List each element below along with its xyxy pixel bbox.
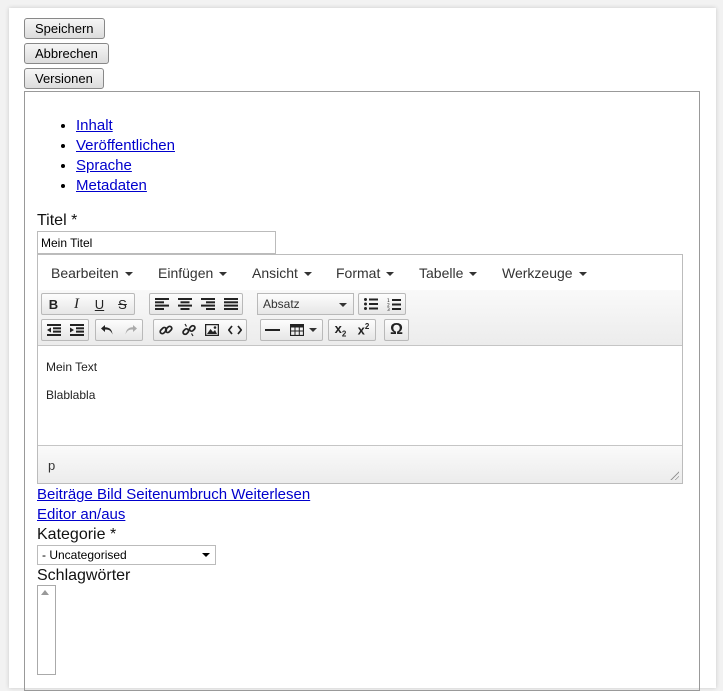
- tab-veroeffentlichen[interactable]: Veröffentlichen: [76, 137, 175, 154]
- menu-label: Bearbeiten: [51, 265, 119, 281]
- chevron-down-icon: [202, 553, 210, 557]
- indent-group: [41, 319, 89, 341]
- chevron-down-icon: [386, 272, 395, 276]
- strikethrough-icon[interactable]: S: [111, 294, 134, 314]
- save-button[interactable]: Speichern: [24, 18, 105, 39]
- chevron-down-icon: [578, 272, 587, 276]
- special-group: Ω: [384, 319, 409, 341]
- unlink-icon[interactable]: [177, 320, 200, 340]
- editor-menubar: Bearbeiten Einfügen Ansicht Format Tabel…: [38, 255, 682, 291]
- editor-content[interactable]: Mein Text Blablabla: [38, 346, 682, 446]
- resize-handle-icon[interactable]: [669, 470, 679, 480]
- chevron-down-icon: [219, 272, 228, 276]
- tab-metadaten[interactable]: Metadaten: [76, 177, 147, 194]
- tab-sprache[interactable]: Sprache: [76, 157, 132, 174]
- title-label: Titel *: [37, 212, 78, 229]
- format-select-value: Absatz: [263, 297, 300, 311]
- tab-list: Inhalt Veröffentlichen Sprache Metadaten: [76, 116, 175, 196]
- bold-icon[interactable]: B: [42, 294, 65, 314]
- menu-ansicht[interactable]: Ansicht: [252, 265, 312, 281]
- cancel-button[interactable]: Abbrechen: [24, 43, 109, 64]
- menu-label: Tabelle: [419, 265, 464, 281]
- tags-label: Schlagwörter: [37, 567, 131, 584]
- menu-tabelle[interactable]: Tabelle: [419, 265, 478, 281]
- numbered-list-icon[interactable]: 123: [382, 294, 405, 314]
- insert-group: [153, 319, 247, 341]
- align-center-icon[interactable]: [173, 294, 196, 314]
- content-paragraph: Blablabla: [46, 388, 96, 402]
- menu-bearbeiten[interactable]: Bearbeiten: [51, 265, 133, 281]
- align-justify-icon[interactable]: [219, 294, 242, 314]
- align-left-icon[interactable]: [150, 294, 173, 314]
- title-input[interactable]: [37, 231, 276, 254]
- category-label: Kategorie *: [37, 526, 117, 543]
- tab-inhalt[interactable]: Inhalt: [76, 117, 113, 134]
- chevron-down-icon: [124, 272, 133, 276]
- rich-text-editor: Bearbeiten Einfügen Ansicht Format Tabel…: [37, 254, 683, 484]
- menu-label: Werkzeuge: [502, 265, 573, 281]
- menu-werkzeuge[interactable]: Werkzeuge: [502, 265, 587, 281]
- script-group: x2 x2: [328, 319, 376, 341]
- tags-input[interactable]: [37, 585, 56, 675]
- special-character-icon[interactable]: Ω: [385, 320, 408, 340]
- category-select[interactable]: - Uncategorised: [37, 545, 216, 565]
- menu-label: Einfügen: [158, 265, 214, 281]
- underline-icon[interactable]: U: [88, 294, 111, 314]
- chevron-down-icon: [339, 303, 347, 307]
- table-icon[interactable]: [284, 320, 322, 340]
- text-style-group: B I U S: [41, 293, 135, 315]
- tab-item: Inhalt: [76, 116, 175, 136]
- redo-icon[interactable]: [119, 320, 142, 340]
- subscript-icon[interactable]: x2: [329, 320, 352, 340]
- menu-label: Format: [336, 265, 381, 281]
- menu-format[interactable]: Format: [336, 265, 395, 281]
- list-group: 123: [358, 293, 406, 315]
- menu-einfuegen[interactable]: Einfügen: [158, 265, 228, 281]
- horizontal-rule-icon[interactable]: [261, 320, 284, 340]
- chevron-down-icon: [303, 272, 312, 276]
- outdent-icon[interactable]: [42, 320, 65, 340]
- content-paragraph: Mein Text: [46, 360, 98, 374]
- alignment-group: [149, 293, 243, 315]
- svg-text:3: 3: [387, 307, 390, 311]
- editor-toolbar: B I U S Absatz 123 x2 x2 Ω: [38, 290, 682, 346]
- italic-icon[interactable]: I: [65, 294, 88, 314]
- element-path[interactable]: p: [48, 458, 55, 473]
- indent-icon[interactable]: [65, 320, 88, 340]
- tab-item: Veröffentlichen: [76, 136, 175, 156]
- align-right-icon[interactable]: [196, 294, 219, 314]
- undo-icon[interactable]: [96, 320, 119, 340]
- history-group: [95, 319, 143, 341]
- versions-button[interactable]: Versionen: [24, 68, 104, 89]
- superscript-icon[interactable]: x2: [352, 320, 375, 340]
- bullet-list-icon[interactable]: [359, 294, 382, 314]
- editor-statusbar: p: [38, 445, 682, 483]
- format-select[interactable]: Absatz: [257, 293, 354, 315]
- chevron-down-icon: [469, 272, 478, 276]
- category-select-value: - Uncategorised: [42, 548, 127, 562]
- tab-item: Sprache: [76, 156, 175, 176]
- code-icon[interactable]: [223, 320, 246, 340]
- menu-label: Ansicht: [252, 265, 298, 281]
- image-icon[interactable]: [200, 320, 223, 340]
- chevron-down-icon: [308, 328, 317, 332]
- tab-item: Metadaten: [76, 176, 175, 196]
- editor-buttons-link[interactable]: Beiträge Bild Seitenumbruch Weiterlesen: [37, 486, 310, 503]
- toggle-editor-link[interactable]: Editor an/aus: [37, 506, 125, 523]
- link-icon[interactable]: [154, 320, 177, 340]
- table-group: [260, 319, 323, 341]
